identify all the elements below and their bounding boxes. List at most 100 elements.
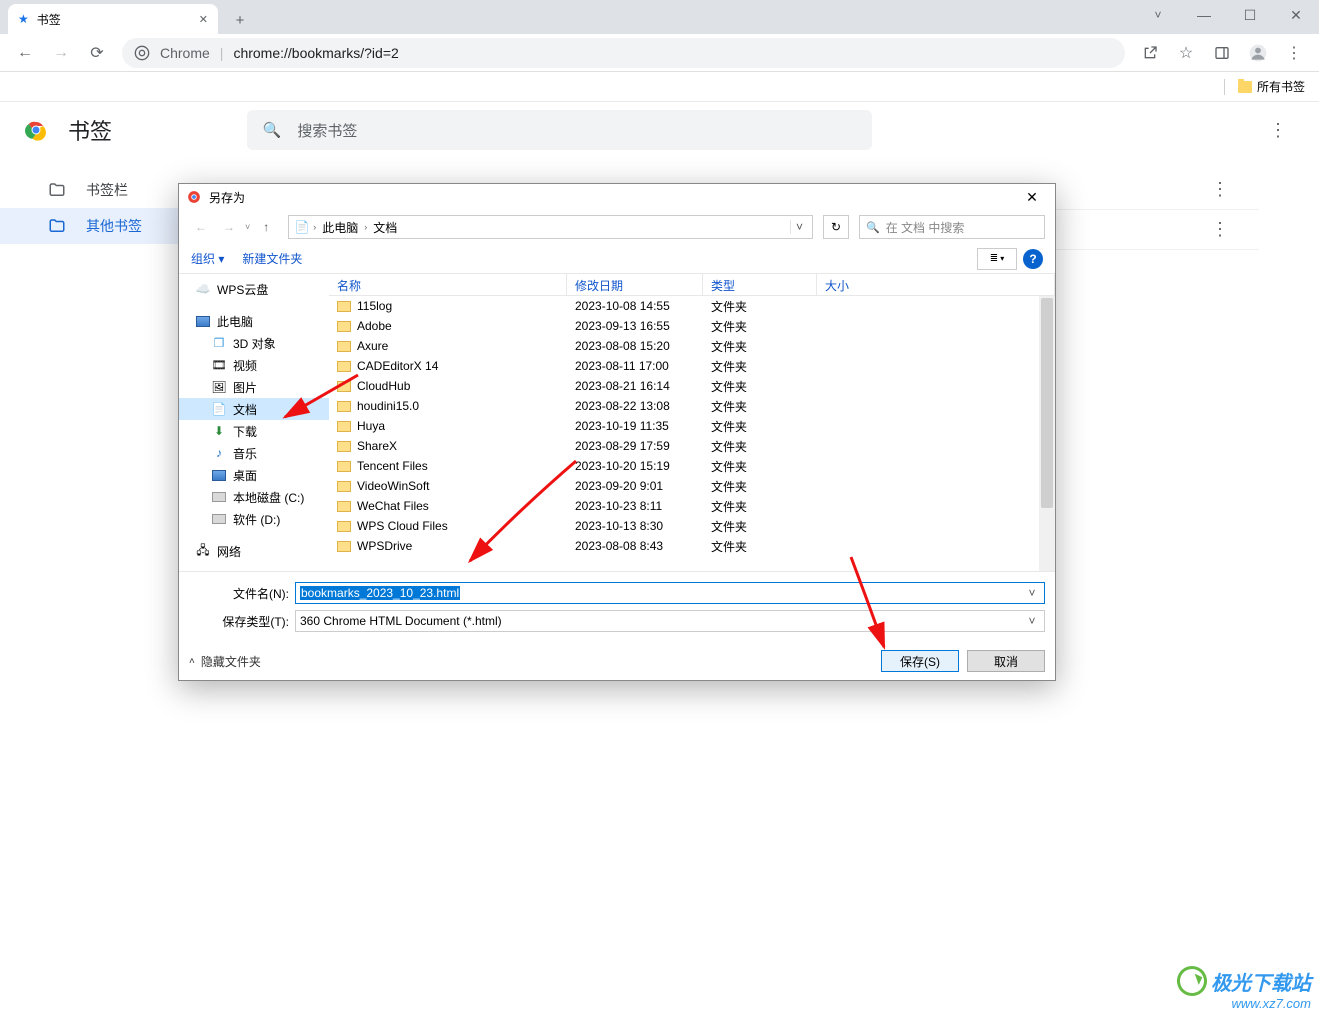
search-placeholder: 搜索书签 [297,120,357,141]
cube-icon: ❒ [211,336,227,350]
dialog-fields: 文件名(N): bookmarks_2023_10_23.html ˅ 保存类型… [179,572,1055,642]
file-row[interactable]: Huya2023-10-19 11:35文件夹 [329,416,1055,436]
tree-item-desktop[interactable]: 桌面 [179,464,329,486]
profile-icon[interactable] [1241,38,1275,68]
file-row[interactable]: WeChat Files2023-10-23 8:11文件夹 [329,496,1055,516]
cancel-button[interactable]: 取消 [967,650,1045,672]
sidebar-item-label: 其他书签 [86,216,142,236]
bookmarks-bar: 所有书签 [0,72,1319,102]
col-header-name[interactable]: 名称 [329,274,567,295]
col-header-type[interactable]: 类型 [703,274,817,295]
picture-icon: 🖼 [211,380,227,394]
tree-item-video[interactable]: 🎞视频 [179,354,329,376]
row-menu-icon[interactable]: ⋮ [1211,219,1229,240]
folder-icon [337,341,351,352]
tab-close-icon[interactable]: ✕ [199,13,208,26]
tree-item-pictures[interactable]: 🖼图片 [179,376,329,398]
monitor-icon [195,316,211,327]
header-menu-icon[interactable]: ⋮ [1261,112,1295,149]
folder-icon [337,301,351,312]
file-scrollbar[interactable] [1039,296,1055,571]
search-icon: 🔍 [866,221,880,234]
nav-reload-button[interactable]: ⟳ [80,38,114,68]
filename-input[interactable]: bookmarks_2023_10_23.html ˅ [295,582,1045,604]
browser-tab[interactable]: ★ 书签 ✕ [8,4,218,34]
dialog-back-button[interactable]: ← [189,215,213,239]
file-row[interactable]: CADEditorX 142023-08-11 17:00文件夹 [329,356,1055,376]
cloud-icon: ☁️ [195,282,211,296]
dialog-forward-button[interactable]: → [217,215,241,239]
folder-icon [1238,81,1252,93]
hide-folders-toggle[interactable]: ˄ 隐藏文件夹 [189,653,261,670]
window-chevron-icon[interactable]: ˅ [1135,0,1181,30]
file-row[interactable]: 115log2023-10-08 14:55文件夹 [329,296,1055,316]
path-crumb-pc[interactable]: 此电脑 [318,219,362,236]
tree-item-music[interactable]: ♪音乐 [179,442,329,464]
search-bookmarks-input[interactable]: 🔍 搜索书签 [247,110,872,150]
file-row[interactable]: houdini15.02023-08-22 13:08文件夹 [329,396,1055,416]
window-close-button[interactable]: ✕ [1273,0,1319,30]
organize-button[interactable]: 组织 ▾ [191,250,224,267]
dialog-path-bar[interactable]: 📄 › 此电脑 › 文档 ˅ [288,215,813,239]
folder-icon [337,521,351,532]
nav-back-button[interactable]: ← [8,38,42,68]
tree-item-downloads[interactable]: ⬇下载 [179,420,329,442]
path-crumb-docs[interactable]: 文档 [369,219,401,236]
dialog-toolbar: 组织 ▾ 新建文件夹 ≣▾ ? [179,244,1055,274]
dropdown-chevron-icon[interactable]: ˅ [1024,586,1040,600]
col-header-size[interactable]: 大小 [817,274,1055,295]
folder-outline-icon [48,181,66,199]
tree-item-wps[interactable]: ☁️WPS云盘 [179,278,329,300]
window-maximize-button[interactable]: ☐ [1227,0,1273,30]
col-header-date[interactable]: 修改日期 [567,274,703,295]
all-bookmarks-link[interactable]: 所有书签 [1257,78,1305,95]
view-mode-button[interactable]: ≣▾ [977,248,1017,270]
tree-item-drive-d[interactable]: 软件 (D:) [179,508,329,530]
folder-icon [337,321,351,332]
path-dropdown-icon[interactable]: ˅ [790,220,808,234]
file-list-header[interactable]: 名称 修改日期 类型 大小 [329,274,1055,296]
filetype-select[interactable]: 360 Chrome HTML Document (*.html) ˅ [295,610,1045,632]
new-tab-button[interactable]: + [226,6,254,34]
folder-icon [337,381,351,392]
row-menu-icon[interactable]: ⋮ [1211,179,1229,200]
bookmark-star-icon[interactable]: ☆ [1169,38,1203,68]
save-button[interactable]: 保存(S) [881,650,959,672]
dialog-refresh-button[interactable]: ↻ [823,215,849,239]
file-list[interactable]: 115log2023-10-08 14:55文件夹Adobe2023-09-13… [329,296,1055,571]
dialog-close-button[interactable]: ✕ [1011,184,1053,210]
dialog-search-input[interactable]: 🔍 在 文档 中搜索 [859,215,1045,239]
address-bar[interactable]: Chrome | chrome://bookmarks/?id=2 [122,38,1125,68]
new-folder-button[interactable]: 新建文件夹 [242,250,302,267]
chevron-right-icon: › [313,222,316,232]
dialog-tree: ☁️WPS云盘 此电脑 ❒3D 对象 🎞视频 🖼图片 📄文档 ⬇下载 ♪音乐 桌… [179,274,329,571]
dialog-up-button[interactable]: ↑ [254,215,278,239]
file-row[interactable]: Tencent Files2023-10-20 15:19文件夹 [329,456,1055,476]
window-minimize-button[interactable]: — [1181,0,1227,30]
menu-icon[interactable]: ⋮ [1277,38,1311,68]
help-button[interactable]: ? [1023,249,1043,269]
tree-item-3d[interactable]: ❒3D 对象 [179,332,329,354]
dropdown-chevron-icon[interactable]: ˅ [1024,614,1040,628]
file-row[interactable]: WPS Cloud Files2023-10-13 8:30文件夹 [329,516,1055,536]
tree-item-drive-c[interactable]: 本地磁盘 (C:) [179,486,329,508]
file-row[interactable]: CloudHub2023-08-21 16:14文件夹 [329,376,1055,396]
sidepanel-icon[interactable] [1205,38,1239,68]
folder-icon [337,361,351,372]
dialog-titlebar[interactable]: 另存为 ✕ [179,184,1055,210]
tree-item-pc[interactable]: 此电脑 [179,310,329,332]
file-row[interactable]: ShareX2023-08-29 17:59文件夹 [329,436,1055,456]
file-row[interactable]: Adobe2023-09-13 16:55文件夹 [329,316,1055,336]
omnibox-chrome-label: Chrome [160,45,210,61]
tree-item-documents[interactable]: 📄文档 [179,398,329,420]
file-row[interactable]: WPSDrive2023-08-08 8:43文件夹 [329,536,1055,556]
dropdown-chevron-icon[interactable]: ˅ [245,222,250,232]
dialog-main: ☁️WPS云盘 此电脑 ❒3D 对象 🎞视频 🖼图片 📄文档 ⬇下载 ♪音乐 桌… [179,274,1055,572]
file-row[interactable]: VideoWinSoft2023-09-20 9:01文件夹 [329,476,1055,496]
chrome-icon [187,190,201,204]
file-row[interactable]: Axure2023-08-08 15:20文件夹 [329,336,1055,356]
share-icon[interactable] [1133,38,1167,68]
chevron-right-icon: › [364,222,367,232]
nav-forward-button[interactable]: → [44,38,78,68]
tree-item-network[interactable]: 🖧网络 [179,540,329,562]
